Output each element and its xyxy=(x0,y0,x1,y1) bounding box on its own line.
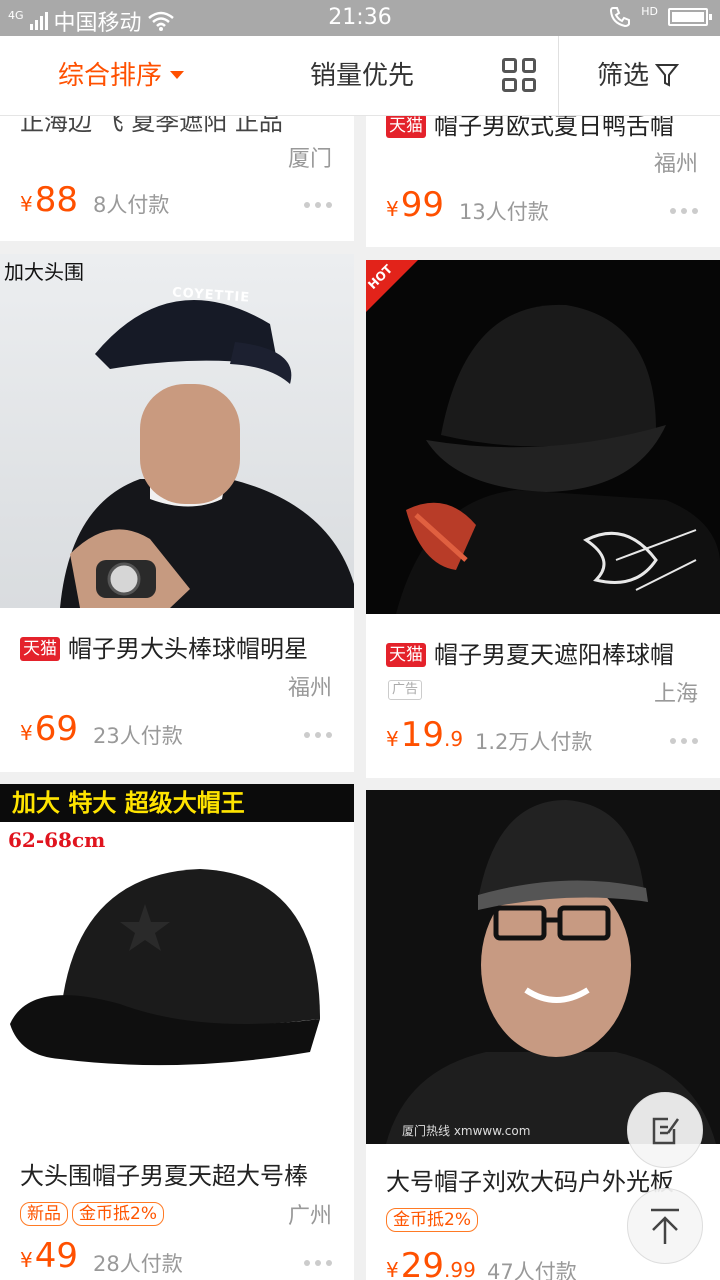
image-caption: 加大头围 xyxy=(4,260,84,284)
currency-symbol: ¥ xyxy=(386,197,399,221)
more-icon[interactable] xyxy=(304,1260,332,1266)
model-illustration xyxy=(386,800,716,1144)
arrow-up-icon xyxy=(651,1208,679,1244)
product-price: ¥49 xyxy=(20,1236,78,1276)
divider xyxy=(558,36,559,116)
filter-label: 筛选 xyxy=(597,61,650,91)
price-value: 88 xyxy=(34,180,78,220)
more-icon[interactable] xyxy=(304,202,332,208)
sort-sales[interactable]: 销量优先 xyxy=(310,36,414,116)
product-location: 上海 xyxy=(653,682,698,707)
sold-count: 28人付款 xyxy=(93,1252,183,1276)
tmall-badge: 天猫 xyxy=(386,114,426,138)
sold-count: 23人付款 xyxy=(93,724,183,748)
product-title: 天猫 帽子男夏天遮阳棒球帽 xyxy=(386,635,704,670)
grid-view-icon[interactable] xyxy=(502,58,536,92)
price-decimal: .9 xyxy=(444,727,464,751)
edit-note-icon xyxy=(652,1117,680,1145)
currency-symbol: ¥ xyxy=(20,1248,33,1272)
battery-icon xyxy=(668,8,712,26)
product-image[interactable]: HOT xyxy=(366,260,720,614)
price-value: 99 xyxy=(400,185,444,225)
sort-comprehensive-label: 综合排序 xyxy=(58,61,163,91)
back-to-top-button[interactable] xyxy=(627,1188,703,1264)
sort-bar: 综合排序 销量优先 筛选 xyxy=(0,36,720,116)
product-price: ¥29.99 xyxy=(386,1246,476,1280)
call-icon xyxy=(610,7,631,28)
product-card[interactable]: 天猫 帽子男欧式夏日鸭舌帽 福州 ¥99 13人付款 xyxy=(366,96,720,247)
product-location: 福州 xyxy=(653,152,698,177)
sort-comprehensive[interactable]: 综合排序 xyxy=(58,36,185,116)
product-price: ¥19.9 xyxy=(386,715,463,755)
product-tags: 新品 金币抵2% xyxy=(20,1202,168,1226)
tmall-badge: 天猫 xyxy=(20,637,60,661)
product-price: ¥69 xyxy=(20,709,78,749)
price-value: 19 xyxy=(400,715,444,755)
product-image[interactable]: 加大 特大 超级大帽王 62-68cm xyxy=(0,784,354,1138)
filter-button[interactable]: 筛选 xyxy=(597,36,680,116)
more-icon[interactable] xyxy=(670,208,698,214)
more-icon[interactable] xyxy=(304,732,332,738)
more-icon[interactable] xyxy=(670,738,698,744)
product-card[interactable]: 加大 特大 超级大帽王 62-68cm 大头围帽子男夏天超大号棒 新品 金币抵2%… xyxy=(0,784,354,1280)
price-value: 29 xyxy=(400,1246,444,1280)
product-card[interactable]: 正海边 飞 夏季遮阳 正品 厦门 ¥88 8人付款 xyxy=(0,96,354,241)
product-image[interactable]: 加大头围 COYETTIE xyxy=(0,254,354,608)
image-watermark: 厦门热线 xmwww.com xyxy=(402,1124,531,1138)
product-title-text: 帽子男欧式夏日鸭舌帽 xyxy=(434,112,674,140)
product-price: ¥99 xyxy=(386,185,444,225)
currency-symbol: ¥ xyxy=(20,721,33,745)
filter-icon xyxy=(655,63,680,87)
currency-symbol: ¥ xyxy=(386,727,399,751)
hd-indicator: HD xyxy=(641,4,658,18)
status-bar: 4G 中国移动 21:36 HD xyxy=(0,0,720,36)
product-image[interactable]: 厦门热线 xmwww.com xyxy=(366,790,720,1144)
currency-symbol: ¥ xyxy=(20,192,33,216)
tag-coin: 金币抵2% xyxy=(72,1202,164,1226)
model-illustration xyxy=(366,260,720,614)
sold-count: 1.2万人付款 xyxy=(475,730,593,754)
tmall-badge: 天猫 xyxy=(386,643,426,667)
product-title-text: 帽子男夏天遮阳棒球帽 xyxy=(434,641,674,669)
product-card[interactable]: 加大头围 COYETTIE 天猫 帽子男大头棒球帽明星 福州 ¥69 23人付款 xyxy=(0,254,354,772)
model-illustration xyxy=(60,300,354,608)
product-location: 福州 xyxy=(287,676,332,701)
product-title: 大头围帽子男夏天超大号棒 xyxy=(20,1162,308,1190)
tag-new: 新品 xyxy=(20,1202,68,1226)
product-price: ¥88 xyxy=(20,180,78,220)
sold-count: 8人付款 xyxy=(93,193,170,217)
ad-label: 广告 xyxy=(388,680,423,700)
product-location: 广州 xyxy=(287,1204,332,1229)
caret-down-icon xyxy=(170,70,185,79)
tag-coin: 金币抵2% xyxy=(386,1208,478,1232)
product-tags: 金币抵2% xyxy=(386,1208,482,1232)
sold-count: 13人付款 xyxy=(459,200,549,224)
cap-illustration xyxy=(10,869,320,1066)
product-card[interactable]: HOT 天猫 帽子男夏天遮阳棒球帽 广告 上海 ¥19.9 1.2万人付款 xyxy=(366,260,720,778)
feedback-button[interactable] xyxy=(627,1092,703,1168)
product-title-text: 帽子男大头棒球帽明星 xyxy=(68,635,308,663)
product-location: 厦门 xyxy=(287,147,332,172)
price-decimal: .99 xyxy=(444,1258,476,1280)
currency-symbol: ¥ xyxy=(386,1258,399,1280)
price-value: 69 xyxy=(34,709,78,749)
sold-count: 47人付款 xyxy=(487,1260,577,1280)
price-value: 49 xyxy=(34,1236,78,1276)
product-title: 天猫 帽子男大头棒球帽明星 xyxy=(20,629,338,664)
